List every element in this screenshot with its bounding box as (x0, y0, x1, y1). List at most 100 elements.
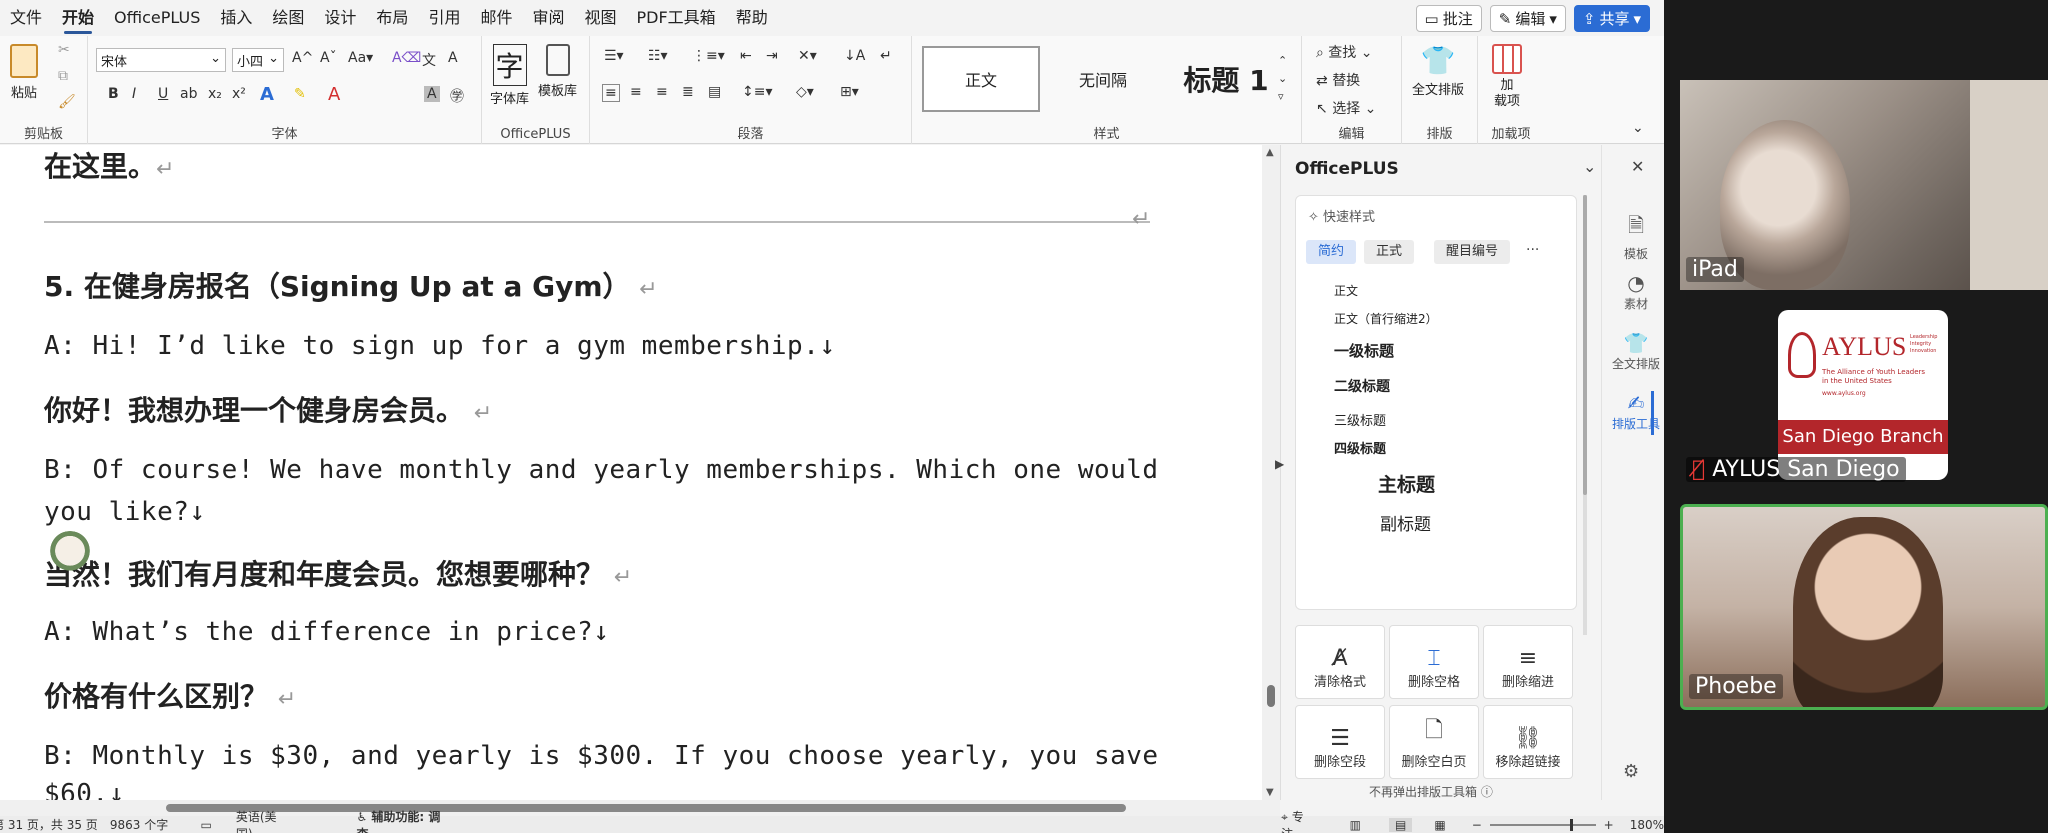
menu-layout[interactable]: 布局 (366, 0, 418, 36)
pane-footer[interactable]: 不再弹出排版工具箱 ⓘ (1369, 783, 1493, 800)
shading-icon[interactable]: ◇▾ (796, 84, 814, 100)
menu-file[interactable]: 文件 (0, 0, 52, 36)
menu-insert[interactable]: 插入 (210, 0, 262, 36)
distributed-icon[interactable]: ▤ (708, 84, 721, 100)
print-layout-icon[interactable]: ▤ (1389, 817, 1413, 832)
bold-icon[interactable]: B (108, 86, 119, 102)
language-indicator[interactable]: 英语(美国) (236, 808, 287, 833)
pane-scrollbar[interactable] (1583, 195, 1587, 635)
shrink-font-icon[interactable]: Aˇ (320, 50, 337, 66)
side-material-button[interactable]: ◔ 素材 (1611, 271, 1661, 312)
bullets-icon[interactable]: ☰▾ (604, 48, 624, 64)
web-layout-icon[interactable]: ▦ (1434, 818, 1445, 832)
subscript-icon[interactable]: x₂ (208, 86, 222, 102)
format-painter-icon[interactable]: 🖌 (58, 94, 76, 110)
style-normal[interactable]: 正文 (922, 46, 1040, 112)
side-fullformat-button[interactable]: 👕 全文排版 (1611, 331, 1661, 372)
style-option[interactable]: 四级标题 (1334, 438, 1386, 457)
decrease-indent-icon[interactable]: ⇤ (740, 48, 752, 64)
zoom-slider[interactable] (1489, 818, 1596, 831)
zoom-level[interactable]: 180% (1630, 818, 1664, 832)
strikethrough-icon[interactable]: ab (180, 86, 197, 102)
change-case-icon[interactable]: Aa▾ (348, 50, 373, 66)
side-template-button[interactable]: 🗎 模板 (1611, 211, 1661, 262)
clear-format-tool[interactable]: A̸ 清除格式 (1295, 625, 1385, 699)
line-spacing-icon[interactable]: ↕≡▾ (742, 84, 773, 100)
font-name-select[interactable]: 宋体 ⌄ (96, 48, 226, 72)
italic-icon[interactable]: I (132, 86, 136, 102)
style-option[interactable]: 一级标题 (1334, 340, 1394, 361)
style-option[interactable]: 三级标题 (1334, 410, 1386, 429)
more-icon[interactable]: ··· (1526, 242, 1539, 258)
vertical-scroll-thumb[interactable] (1267, 685, 1275, 707)
zoom-in-icon[interactable]: + (1604, 818, 1614, 832)
text-effects-icon[interactable]: A (260, 84, 274, 105)
highlight-icon[interactable]: ✎ (294, 86, 306, 102)
pane-collapse-icon[interactable]: ▶ (1275, 457, 1284, 471)
pane-scroll-thumb[interactable] (1583, 195, 1587, 495)
edit-mode-button[interactable]: ✎ 编辑 ▾ (1489, 5, 1566, 32)
grow-font-icon[interactable]: A^ (292, 50, 313, 66)
menu-home[interactable]: 开始 (52, 0, 104, 36)
find-button[interactable]: ⌕ 查找 ⌄ (1316, 42, 1372, 62)
comment-button[interactable]: ▭ 批注 (1415, 5, 1482, 32)
align-left-icon[interactable]: ≡ (602, 84, 620, 102)
menu-review[interactable]: 审阅 (522, 0, 574, 36)
delete-blank-page-tool[interactable]: 🗋 删除空白页 (1389, 705, 1479, 779)
enclosed-char-icon[interactable]: ㊫ (450, 86, 464, 106)
scroll-down-icon[interactable]: ▼ (1266, 787, 1274, 798)
delete-empty-para-tool[interactable]: ☰ 删除空段 (1295, 705, 1385, 779)
read-mode-icon[interactable]: ▥ (1350, 818, 1361, 832)
increase-indent-icon[interactable]: ⇥ (766, 48, 778, 64)
select-button[interactable]: ↖ 选择 ⌄ (1316, 98, 1376, 118)
clear-formatting-icon[interactable]: A⌫ (392, 50, 421, 66)
accessibility-status[interactable]: ♿ 辅助功能: 调查 (356, 808, 441, 833)
style-no-spacing[interactable]: 无间隔 (1044, 46, 1162, 112)
show-marks-icon[interactable]: ↵ (880, 48, 892, 64)
horizontal-scrollbar[interactable] (0, 800, 1280, 816)
asian-layout-icon[interactable]: ✕▾ (798, 48, 817, 64)
borders-icon[interactable]: ⊞▾ (840, 84, 859, 100)
full-format-button[interactable]: 👕 全文排版 (1412, 44, 1464, 98)
sort-icon[interactable]: ↓A (844, 48, 865, 64)
style-heading1[interactable]: 标题 1 (1166, 46, 1286, 112)
menu-draw[interactable]: 绘图 (262, 0, 314, 36)
style-option[interactable]: 二级标题 (1334, 376, 1390, 396)
superscript-icon[interactable]: x² (232, 86, 246, 102)
align-center-icon[interactable]: ≡ (630, 84, 642, 100)
video-tile-aylus[interactable]: AYLUS Leadership Integrity Innovation Th… (1680, 300, 2048, 492)
menu-officeplus[interactable]: OfficePLUS (104, 0, 210, 36)
copy-icon[interactable]: ⧉ (58, 68, 68, 84)
paste-button[interactable]: 粘贴 (10, 44, 38, 101)
word-count[interactable]: 9863 个字 (110, 816, 181, 833)
style-option[interactable]: 副标题 (1380, 510, 1431, 535)
font-library-button[interactable]: 字 字体库 (490, 44, 529, 107)
cut-icon[interactable]: ✂ (58, 42, 70, 58)
chevron-down-icon[interactable]: ⌄ (1583, 157, 1596, 176)
proofing-icon[interactable]: ▭ (200, 818, 211, 832)
vertical-scrollbar[interactable]: ▲ ▼ (1262, 145, 1280, 800)
collapse-ribbon-icon[interactable]: ⌄ (1632, 120, 1644, 136)
replace-button[interactable]: ⇄ 替换 (1316, 70, 1360, 90)
tag-simple[interactable]: 简约 (1306, 240, 1357, 264)
phonetic-guide-icon[interactable]: 文 (422, 50, 436, 70)
underline-icon[interactable]: U (158, 86, 168, 102)
font-color-icon[interactable]: A (328, 84, 340, 105)
menu-pdf-toolbox[interactable]: PDF工具箱 (627, 0, 726, 36)
share-button[interactable]: ⇪ 共享 ▾ (1573, 5, 1650, 32)
style-option[interactable]: 主标题 (1378, 470, 1435, 497)
video-tile-ipad[interactable]: iPad (1680, 80, 2048, 290)
zoom-out-icon[interactable]: − (1472, 818, 1482, 832)
zoom-slider-thumb[interactable] (1569, 818, 1573, 831)
horizontal-scroll-thumb[interactable] (166, 804, 1126, 812)
justify-icon[interactable]: ≣ (682, 84, 694, 100)
style-option[interactable]: 正文（首行缩进2） (1334, 310, 1438, 327)
menu-references[interactable]: 引用 (418, 0, 470, 36)
style-option[interactable]: 正文 (1334, 282, 1358, 299)
align-right-icon[interactable]: ≡ (656, 84, 668, 100)
document-canvas[interactable]: 在这里。↵ ↵ 5. 在健身房报名（Signing Up at a Gym） ↵… (0, 145, 1262, 800)
addins-button[interactable]: 加 载项 (1492, 44, 1522, 110)
delete-indent-tool[interactable]: ≡ 删除缩进 (1483, 625, 1573, 699)
styles-scroll-icon[interactable]: ⌃ ⌄ ▿ (1278, 52, 1287, 106)
menu-view[interactable]: 视图 (574, 0, 626, 36)
